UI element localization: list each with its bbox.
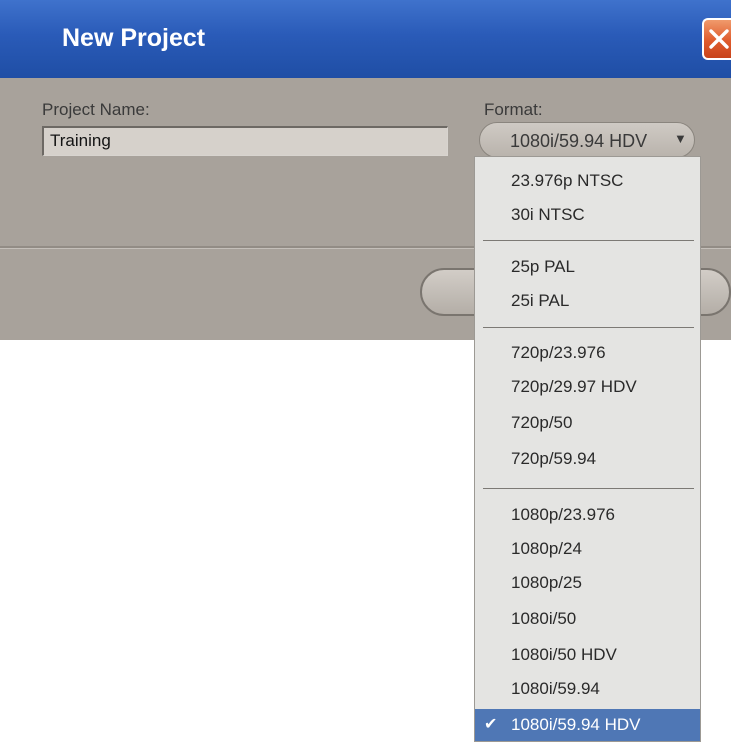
format-option-720p-23976[interactable]: 720p/23.976	[475, 337, 700, 369]
close-icon	[709, 29, 729, 49]
format-dropdown-menu: 23.976p NTSC 30i NTSC 25p PAL 25i PAL 72…	[474, 156, 701, 742]
chevron-down-icon: ▼	[674, 131, 687, 146]
format-option-1080p-24[interactable]: 1080p/24	[475, 533, 700, 565]
format-label: Format:	[484, 100, 543, 119]
format-option-30i-ntsc[interactable]: 30i NTSC	[475, 199, 700, 231]
menu-divider	[483, 327, 694, 328]
checkmark-icon: ✔	[484, 716, 498, 733]
project-name-label: Project Name:	[42, 100, 150, 119]
format-option-720p-2997-hdv[interactable]: 720p/29.97 HDV	[475, 371, 700, 403]
format-option-23976p-ntsc[interactable]: 23.976p NTSC	[475, 165, 700, 197]
format-option-25p-pal[interactable]: 25p PAL	[475, 251, 700, 283]
menu-divider	[483, 240, 694, 241]
dialog-title: New Project	[62, 24, 206, 52]
format-option-1080i-50[interactable]: 1080i/50	[475, 603, 700, 635]
format-option-1080i-5994-hdv[interactable]: ✔ 1080i/59.94 HDV	[475, 709, 700, 741]
menu-divider	[483, 488, 694, 489]
format-option-720p-5994[interactable]: 720p/59.94	[475, 443, 700, 475]
format-select[interactable]: 1080i/59.94 HDV ▼	[479, 122, 695, 158]
close-button[interactable]	[702, 18, 731, 60]
format-option-25i-pal[interactable]: 25i PAL	[475, 285, 700, 317]
format-option-720p-50[interactable]: 720p/50	[475, 407, 700, 439]
format-option-1080i-50-hdv[interactable]: 1080i/50 HDV	[475, 639, 700, 671]
format-selected-value: 1080i/59.94 HDV	[510, 131, 648, 151]
format-option-1080i-5994[interactable]: 1080i/59.94	[475, 673, 700, 705]
title-bar: New Project	[0, 0, 731, 78]
format-option-label: 1080i/59.94 HDV	[511, 715, 641, 734]
project-name-input[interactable]: Training	[42, 126, 448, 156]
format-option-1080p-25[interactable]: 1080p/25	[475, 567, 700, 599]
format-option-1080p-23976[interactable]: 1080p/23.976	[475, 499, 700, 531]
